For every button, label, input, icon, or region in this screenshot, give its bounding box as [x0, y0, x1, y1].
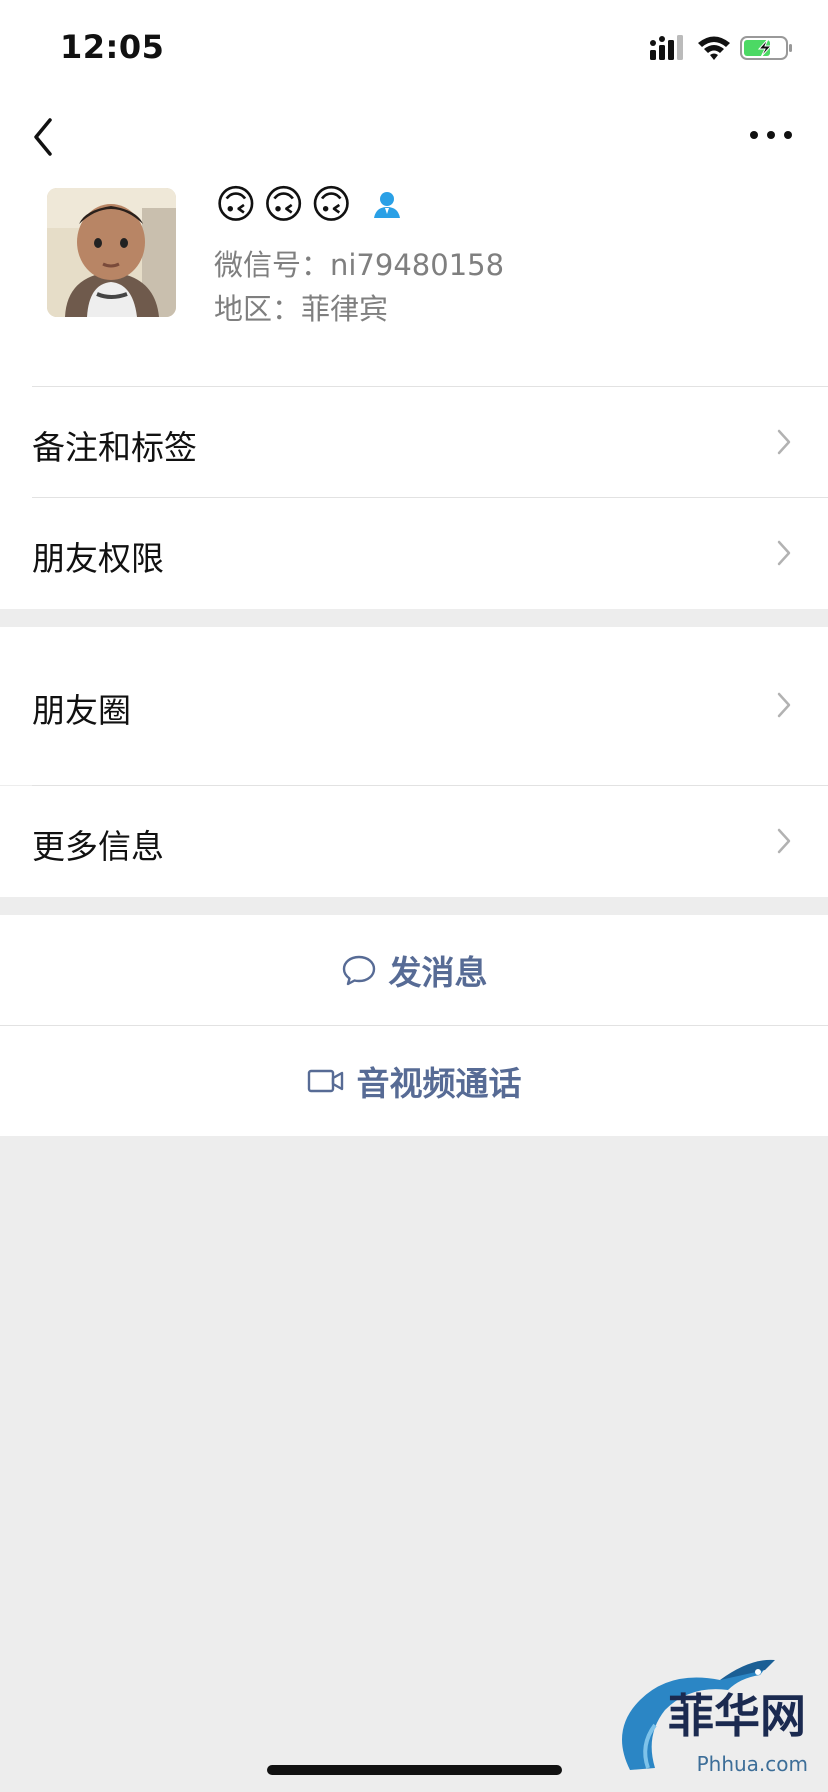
status-bar: 12:05: [0, 0, 828, 100]
send-message-label: 发消息: [388, 953, 488, 992]
moments-row[interactable]: 朋友圈: [0, 627, 828, 785]
contact-profile-screen: 12:05 🙃 🙃 🙃 微信号：ni79480158 地区：菲律宾 备注和标签 …: [0, 0, 828, 1792]
nickname: 🙃 🙃 🙃: [215, 180, 402, 230]
nickname-emoji: 🙃: [262, 182, 305, 228]
cellular-signal-icon: [650, 35, 683, 60]
nickname-emoji: 🙃: [215, 182, 257, 228]
profile-header: 🙃 🙃 🙃 微信号：ni79480158 地区：菲律宾: [0, 180, 828, 387]
chevron-right-icon: [777, 828, 791, 854]
friend-permissions-row[interactable]: 朋友权限: [0, 498, 828, 608]
wechat-id: 微信号：ni79480158: [214, 248, 505, 282]
video-call-button[interactable]: 音视频通话: [0, 1026, 828, 1136]
back-icon[interactable]: [30, 114, 58, 160]
friend-permissions-label: 朋友权限: [32, 539, 164, 578]
video-camera-icon: [307, 1069, 343, 1093]
chat-bubble-icon: [342, 955, 375, 986]
watermark-domain-text: Phhua.com: [696, 1752, 808, 1776]
contact-person-icon: [374, 192, 401, 218]
wifi-icon: [698, 36, 730, 60]
chevron-right-icon: [777, 692, 791, 718]
region: 地区：菲律宾: [214, 292, 389, 326]
moments-label: 朋友圈: [32, 691, 131, 730]
nickname-emoji: 🙃: [310, 182, 353, 228]
home-indicator[interactable]: [267, 1765, 562, 1775]
chevron-right-icon: [777, 429, 791, 455]
watermark-cn-text: 菲华网: [668, 1689, 806, 1743]
nav-bar: [0, 100, 828, 180]
avatar[interactable]: [47, 188, 176, 317]
more-options-icon[interactable]: [748, 120, 794, 150]
more-info-row[interactable]: 更多信息: [0, 786, 828, 897]
status-time: 12:05: [60, 28, 165, 66]
remarks-tags-label: 备注和标签: [32, 428, 197, 467]
avatar-photo: [47, 188, 176, 317]
video-call-label: 音视频通话: [356, 1064, 522, 1103]
battery-charging-icon: [740, 36, 792, 60]
chevron-right-icon: [777, 540, 791, 566]
remarks-tags-row[interactable]: 备注和标签: [0, 387, 828, 497]
send-message-button[interactable]: 发消息: [0, 915, 828, 1025]
more-info-label: 更多信息: [32, 827, 164, 866]
watermark-logo: 菲华网 Phhua.com: [610, 1650, 820, 1786]
